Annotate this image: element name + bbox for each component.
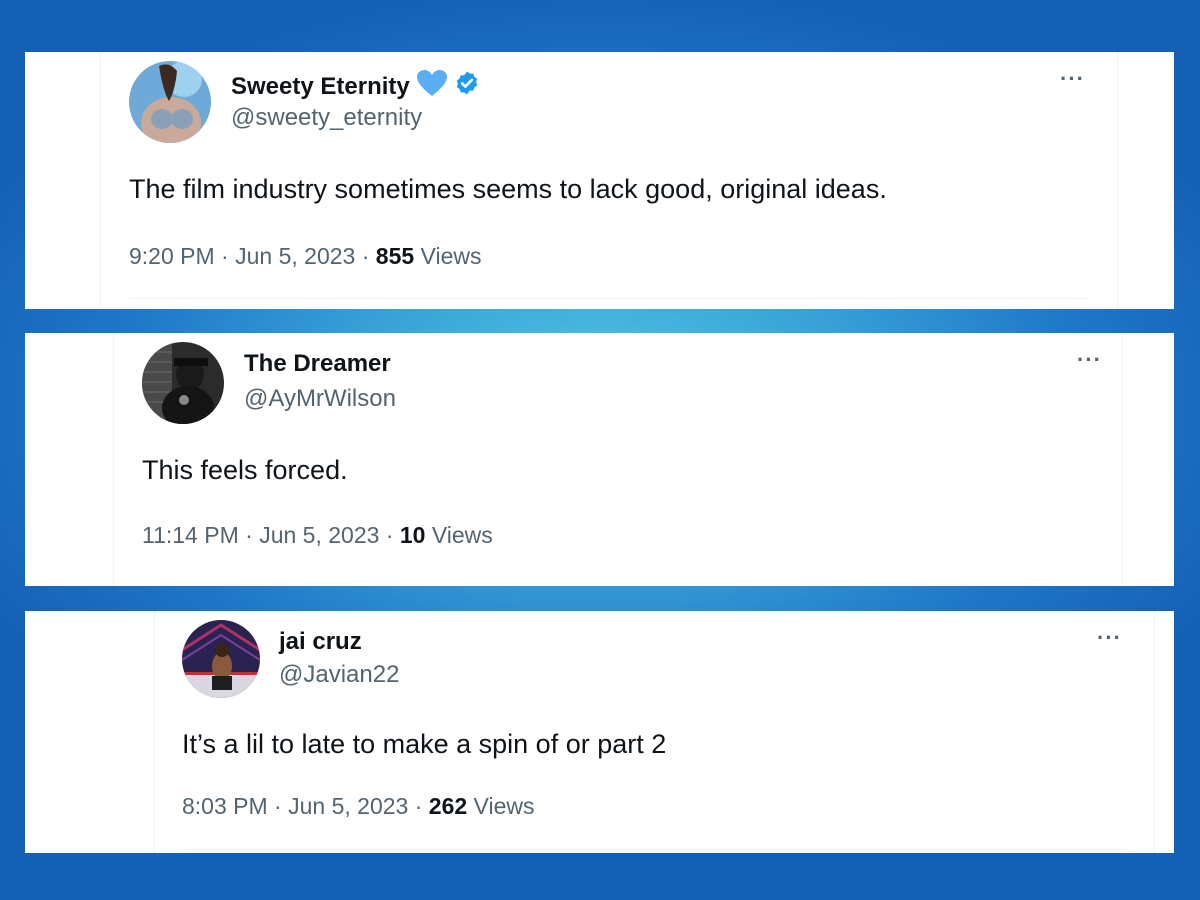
display-name-text: jai cruz <box>279 628 362 655</box>
avatar[interactable] <box>142 342 224 424</box>
views-count: 10 <box>399 522 426 548</box>
views-label: Views <box>420 243 482 269</box>
separator-dot: · <box>245 522 253 548</box>
user-handle[interactable]: @AyMrWilson <box>244 385 396 413</box>
separator-dot: · <box>414 793 423 819</box>
divider <box>183 849 1126 850</box>
tweet-date[interactable]: Jun 5, 2023 <box>288 793 408 819</box>
avatar[interactable] <box>129 61 211 143</box>
separator-dot: · <box>221 243 229 269</box>
tweet-text: It’s a lil to late to make a spin of or … <box>182 729 667 759</box>
blue-heart-icon <box>416 69 448 104</box>
more-options-icon[interactable]: ··· <box>1060 68 1085 90</box>
views-count: 262 <box>428 793 468 819</box>
tweet-date[interactable]: Jun 5, 2023 <box>259 522 379 548</box>
tweet-screenshot-card: Sweety Eternity @sweety_eternity ··· The… <box>25 52 1174 309</box>
tweet-screenshot-card: jai cruz @Javian22 ··· It’s a lil to lat… <box>25 611 1174 853</box>
display-name[interactable]: Sweety Eternity <box>231 69 480 104</box>
tweet-date[interactable]: Jun 5, 2023 <box>235 243 355 269</box>
tweet-time[interactable]: 9:20 PM <box>129 243 215 269</box>
avatar-image <box>182 620 260 698</box>
tweet-time[interactable]: 8:03 PM <box>182 793 268 819</box>
tweet-text: The film industry sometimes seems to lac… <box>129 174 887 204</box>
verified-badge-icon[interactable] <box>454 70 480 103</box>
avatar-image <box>129 61 211 143</box>
avatar[interactable] <box>182 620 260 698</box>
display-name[interactable]: The Dreamer <box>244 350 391 378</box>
tweet-meta: 8:03 PM · Jun 5, 2023 · 262 Views <box>182 793 534 820</box>
tweet: Sweety Eternity @sweety_eternity ··· The… <box>100 52 1118 309</box>
display-name-text: Sweety Eternity <box>231 72 410 100</box>
display-name[interactable]: jai cruz <box>279 628 362 656</box>
separator-dot: · <box>274 793 282 819</box>
more-options-icon[interactable]: ··· <box>1077 349 1102 371</box>
user-handle[interactable]: @sweety_eternity <box>231 104 422 132</box>
tweet: jai cruz @Javian22 ··· It’s a lil to lat… <box>154 611 1155 853</box>
tweet: The Dreamer @AyMrWilson ··· This feels f… <box>113 333 1123 586</box>
separator-dot: · <box>385 522 394 548</box>
tweet-text: This feels forced. <box>142 455 348 485</box>
avatar-image <box>142 342 224 424</box>
display-name-text: The Dreamer <box>244 350 391 377</box>
tweet-screenshot-card: The Dreamer @AyMrWilson ··· This feels f… <box>25 333 1174 586</box>
tweet-time[interactable]: 11:14 PM <box>142 522 239 548</box>
views-label: Views <box>473 793 535 819</box>
views-count: 855 <box>375 243 415 269</box>
views-label: Views <box>431 522 493 548</box>
tweet-meta: 9:20 PM · Jun 5, 2023 · 855 Views <box>129 243 481 270</box>
user-handle[interactable]: @Javian22 <box>279 661 399 689</box>
more-options-icon[interactable]: ··· <box>1097 627 1122 649</box>
separator-dot: · <box>361 243 370 269</box>
divider <box>129 298 1089 299</box>
tweet-meta: 11:14 PM · Jun 5, 2023 · 10 Views <box>142 522 493 549</box>
